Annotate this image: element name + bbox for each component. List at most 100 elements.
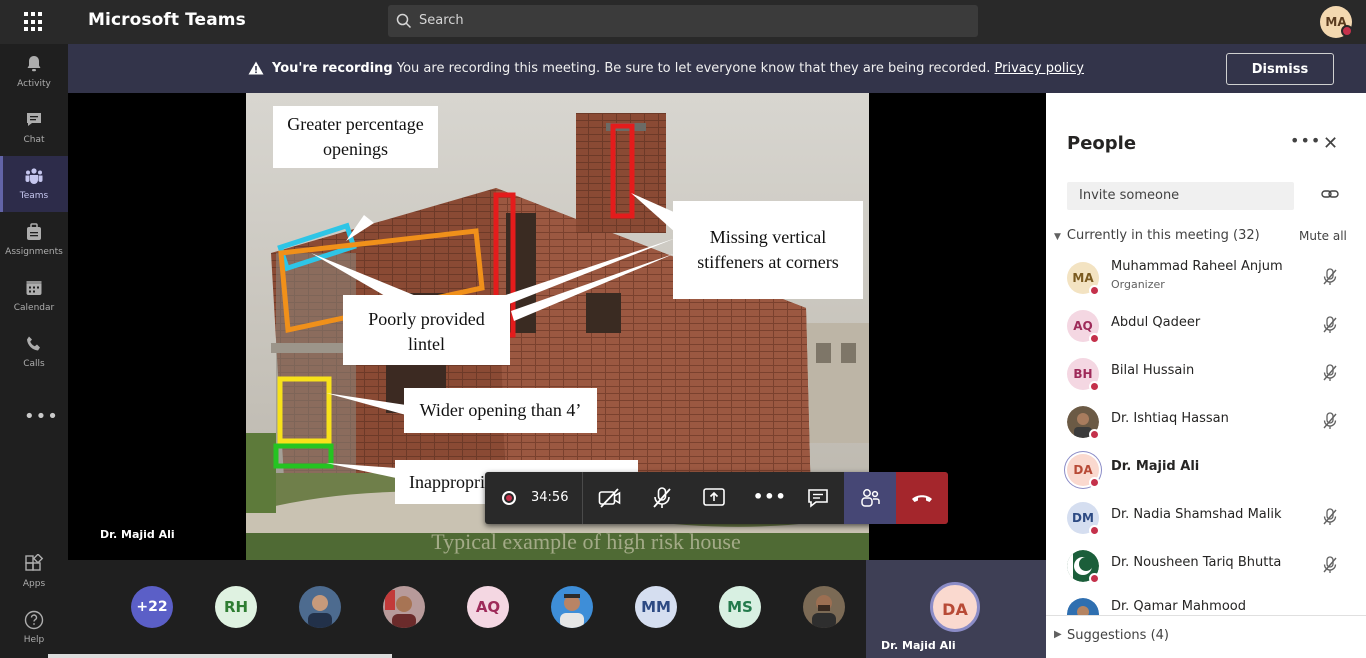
- participant-row[interactable]: MA Muhammad Raheel Anjum Organizer: [1046, 254, 1366, 302]
- participant-photo[interactable]: [383, 586, 425, 628]
- close-icon[interactable]: ✕: [1323, 133, 1338, 154]
- suggestions-header[interactable]: ▶ Suggestions (4): [1046, 615, 1366, 658]
- dismiss-button[interactable]: Dismiss: [1226, 53, 1334, 85]
- slide-caption: Typical example of high risk house: [431, 529, 740, 554]
- app-rail: Activity Chat Teams Assignments Calendar…: [0, 44, 68, 658]
- app-launcher-icon[interactable]: [24, 12, 44, 32]
- mic-muted-icon[interactable]: [1322, 316, 1338, 334]
- participant-name: Abdul Qadeer: [1111, 315, 1201, 330]
- participant-row[interactable]: Dr. Ishtiaq Hassan: [1046, 398, 1366, 446]
- callout-greater-openings: Greater percentage openings: [273, 106, 438, 168]
- presence-busy-icon: [1089, 429, 1100, 440]
- mic-muted-icon[interactable]: [1322, 364, 1338, 382]
- rail-item-teams[interactable]: Teams: [0, 156, 68, 212]
- section-label: Currently in this meeting (32): [1066, 228, 1260, 243]
- assignments-icon: [27, 223, 41, 240]
- rail-label: Apps: [22, 579, 46, 589]
- current-participants-header[interactable]: ▼ Currently in this meeting (32): [1054, 228, 1260, 243]
- participant-photo[interactable]: [551, 586, 593, 628]
- search-icon: [396, 13, 412, 29]
- calendar-icon: [26, 281, 42, 295]
- presence-busy-icon: [1341, 25, 1353, 37]
- rail-item-help[interactable]: Help: [0, 600, 68, 656]
- invite-input[interactable]: Invite someone: [1067, 182, 1294, 210]
- more-actions-icon[interactable]: •••: [753, 487, 787, 506]
- participant-row[interactable]: Dr. Nousheen Tariq Bhutta: [1046, 542, 1366, 590]
- participant-name: Bilal Hussain: [1111, 363, 1195, 378]
- help-icon: [24, 610, 44, 630]
- share-screen-icon[interactable]: [702, 487, 726, 509]
- self-name: Dr. Majid Ali: [881, 639, 956, 652]
- participant-photo[interactable]: [299, 586, 341, 628]
- person-photo-icon: [383, 586, 425, 628]
- copy-link-icon[interactable]: [1321, 187, 1339, 201]
- person-photo-icon: [551, 586, 593, 628]
- participant-row[interactable]: Dr. Qamar Mahmood: [1046, 590, 1366, 615]
- participant-row-me[interactable]: DA Dr. Majid Ali: [1046, 446, 1366, 494]
- participant-tile[interactable]: AQ: [467, 586, 509, 628]
- rail-item-activity[interactable]: Activity: [0, 44, 68, 100]
- title-bar: Microsoft Teams Search MA: [0, 0, 1366, 44]
- mic-muted-icon[interactable]: [1322, 412, 1338, 430]
- search-placeholder: Search: [419, 13, 464, 28]
- app-title: Microsoft Teams: [88, 10, 246, 30]
- search-input[interactable]: Search: [388, 5, 978, 37]
- presence-busy-icon: [1089, 333, 1100, 344]
- call-timer: 34:56: [531, 490, 569, 505]
- participant-name: Dr. Nadia Shamshad Malik: [1111, 507, 1282, 522]
- taskbar-strip: [48, 654, 392, 658]
- overflow-participants-badge[interactable]: +22: [131, 586, 173, 628]
- recording-message: You're recording You are recording this …: [272, 61, 1084, 76]
- mute-all-button[interactable]: Mute all: [1299, 229, 1347, 243]
- show-participants-button[interactable]: [844, 472, 896, 524]
- recording-banner: You're recording You are recording this …: [68, 44, 1366, 93]
- chat-icon: [27, 113, 41, 126]
- show-conversation-icon[interactable]: [807, 488, 829, 508]
- camera-off-icon[interactable]: [598, 487, 622, 509]
- participant-name: Dr. Majid Ali: [1111, 459, 1200, 474]
- recording-text: You are recording this meeting. Be sure …: [396, 61, 991, 76]
- participant-photo[interactable]: [803, 586, 845, 628]
- presence-busy-icon: [1089, 381, 1100, 392]
- rail-item-apps[interactable]: Apps: [0, 544, 68, 600]
- participant-row[interactable]: DM Dr. Nadia Shamshad Malik: [1046, 494, 1366, 542]
- rail-label: Chat: [23, 135, 45, 145]
- rail-item-chat[interactable]: Chat: [0, 100, 68, 156]
- participant-tile[interactable]: MM: [635, 586, 677, 628]
- rail-item-calls[interactable]: Calls: [0, 324, 68, 380]
- mic-off-icon[interactable]: [651, 486, 673, 510]
- meeting-controls: 34:56 •••: [485, 472, 948, 524]
- mic-muted-icon[interactable]: [1322, 508, 1338, 526]
- rail-label: Help: [23, 635, 45, 645]
- mic-muted-icon[interactable]: [1322, 268, 1338, 286]
- self-avatar: DA: [930, 582, 980, 632]
- rail-item-calendar[interactable]: Calendar: [0, 268, 68, 324]
- privacy-policy-link[interactable]: Privacy policy: [995, 61, 1084, 76]
- teams-icon: [25, 168, 43, 184]
- recording-title: You're recording: [272, 61, 393, 76]
- hang-up-button[interactable]: [896, 472, 948, 524]
- presence-busy-icon: [1089, 285, 1100, 296]
- participant-row[interactable]: AQ Abdul Qadeer: [1046, 302, 1366, 350]
- participant-tile[interactable]: MS: [719, 586, 761, 628]
- more-options-icon[interactable]: •••: [1290, 131, 1321, 150]
- participant-name: Muhammad Raheel Anjum: [1111, 259, 1283, 274]
- recording-icon: [502, 491, 516, 505]
- rail-label: Teams: [19, 191, 49, 201]
- participant-name: Dr. Ishtiaq Hassan: [1111, 411, 1229, 426]
- rail-item-assignments[interactable]: Assignments: [0, 212, 68, 268]
- rail-label: Assignments: [5, 247, 63, 257]
- phone-icon: [27, 336, 40, 351]
- panel-title: People: [1067, 133, 1137, 154]
- person-photo-icon: [299, 586, 341, 628]
- rail-label: Calls: [23, 359, 45, 369]
- participant-role: Organizer: [1111, 278, 1165, 291]
- presence-busy-icon: [1089, 525, 1100, 536]
- rail-label: Calendar: [13, 303, 55, 313]
- presence-busy-icon: [1089, 573, 1100, 584]
- participant-tile[interactable]: RH: [215, 586, 257, 628]
- mic-muted-icon[interactable]: [1322, 556, 1338, 574]
- more-apps-icon[interactable]: •••: [24, 406, 59, 427]
- participant-row[interactable]: BH Bilal Hussain: [1046, 350, 1366, 398]
- self-view: DA Dr. Majid Ali: [866, 560, 1046, 658]
